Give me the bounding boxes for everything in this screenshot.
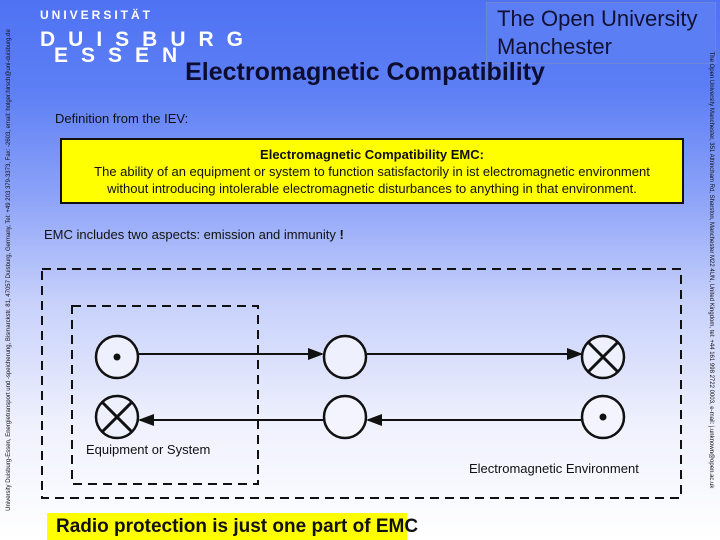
conclusion-banner: Radio protection is just one part of EMC <box>47 513 418 540</box>
equipment-label: Equipment or System <box>86 442 211 457</box>
environment-label: Electromagnetic Environment <box>469 461 639 476</box>
coupling-node-top <box>322 334 368 380</box>
coupling-node-bottom <box>322 394 368 440</box>
victim-cross-node-right <box>580 334 626 380</box>
victim-cross-node-left <box>94 394 140 440</box>
equipment-boundary <box>71 305 259 485</box>
source-dot-node-right <box>580 394 626 440</box>
source-dot-node <box>94 334 140 380</box>
emc-diagram <box>41 268 682 499</box>
